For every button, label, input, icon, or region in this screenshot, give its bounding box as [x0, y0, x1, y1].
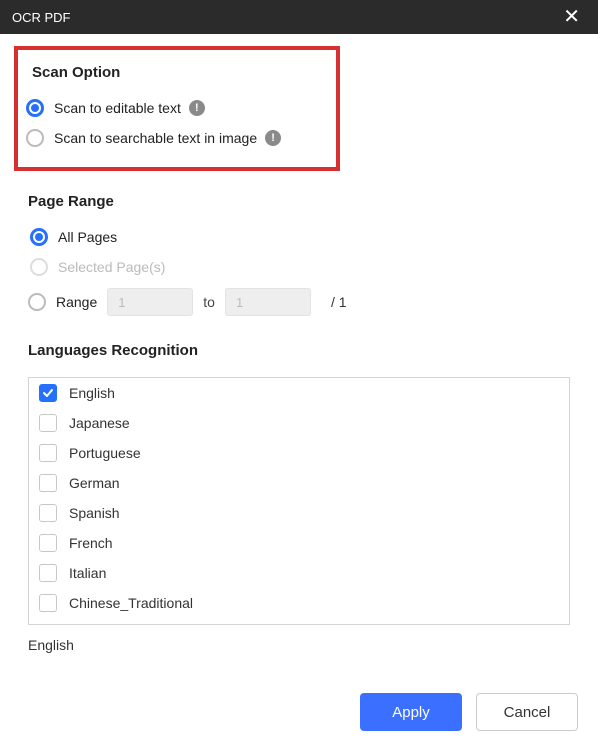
language-label[interactable]: Chinese_Traditional [69, 595, 193, 611]
close-icon[interactable]: ✕ [557, 3, 586, 31]
range-to-label: to [203, 294, 215, 310]
language-label[interactable]: Spanish [69, 505, 120, 521]
titlebar: OCR PDF ✕ [0, 0, 598, 34]
language-label[interactable]: Portuguese [69, 445, 141, 461]
range-row: Range to / 1 [28, 288, 570, 316]
selected-pages-radio [30, 258, 48, 276]
cancel-button[interactable]: Cancel [476, 693, 578, 731]
dialog-footer: Apply Cancel [0, 676, 598, 748]
scan-option-title: Scan Option [32, 64, 326, 81]
scan-searchable-label[interactable]: Scan to searchable text in image [54, 130, 257, 146]
language-checkbox[interactable] [39, 564, 57, 582]
list-item[interactable]: English [29, 378, 569, 408]
list-item[interactable]: Chinese_Traditional [29, 588, 569, 618]
language-label[interactable]: French [69, 535, 113, 551]
language-label[interactable]: English [69, 385, 115, 401]
scan-searchable-radio[interactable] [26, 129, 44, 147]
selected-pages-row: Selected Page(s) [30, 258, 570, 276]
info-icon[interactable]: ! [265, 130, 281, 146]
list-item[interactable]: German [29, 468, 569, 498]
selected-pages-label: Selected Page(s) [58, 259, 165, 275]
all-pages-row: All Pages [30, 228, 570, 246]
language-checkbox[interactable] [39, 384, 57, 402]
language-checkbox[interactable] [39, 594, 57, 612]
language-checkbox[interactable] [39, 504, 57, 522]
content-area: Scan Option Scan to editable text ! Scan… [0, 34, 598, 676]
list-item[interactable]: Portuguese [29, 438, 569, 468]
languages-section: Languages Recognition English Japanese Por… [28, 342, 570, 653]
range-total-label: / 1 [331, 294, 347, 310]
languages-listbox[interactable]: English Japanese Portuguese German Spanish Fr… [28, 377, 570, 625]
list-item[interactable]: Italian [29, 558, 569, 588]
apply-button[interactable]: Apply [360, 693, 462, 731]
range-to-input[interactable] [225, 288, 311, 316]
languages-title: Languages Recognition [28, 342, 570, 359]
scan-editable-label[interactable]: Scan to editable text [54, 100, 181, 116]
language-checkbox[interactable] [39, 414, 57, 432]
list-item[interactable]: Spanish [29, 498, 569, 528]
scan-editable-row: Scan to editable text ! [26, 99, 326, 117]
range-label[interactable]: Range [56, 294, 97, 310]
range-radio[interactable] [28, 293, 46, 311]
language-label[interactable]: German [69, 475, 120, 491]
language-label[interactable]: Italian [69, 565, 106, 581]
scan-option-highlight: Scan Option Scan to editable text ! Scan… [14, 46, 340, 171]
list-item[interactable]: French [29, 528, 569, 558]
page-range-title: Page Range [28, 193, 570, 210]
info-icon[interactable]: ! [189, 100, 205, 116]
selected-languages-summary: English [28, 637, 570, 653]
scan-searchable-row: Scan to searchable text in image ! [26, 129, 326, 147]
list-item[interactable]: Japanese [29, 408, 569, 438]
titlebar-text: OCR PDF [12, 10, 71, 25]
language-checkbox[interactable] [39, 444, 57, 462]
scan-editable-radio[interactable] [26, 99, 44, 117]
range-from-input[interactable] [107, 288, 193, 316]
all-pages-radio[interactable] [30, 228, 48, 246]
language-label[interactable]: Japanese [69, 415, 130, 431]
page-range-section: Page Range All Pages Selected Page(s) Ra… [28, 193, 570, 316]
all-pages-label[interactable]: All Pages [58, 229, 117, 245]
language-checkbox[interactable] [39, 534, 57, 552]
language-checkbox[interactable] [39, 474, 57, 492]
